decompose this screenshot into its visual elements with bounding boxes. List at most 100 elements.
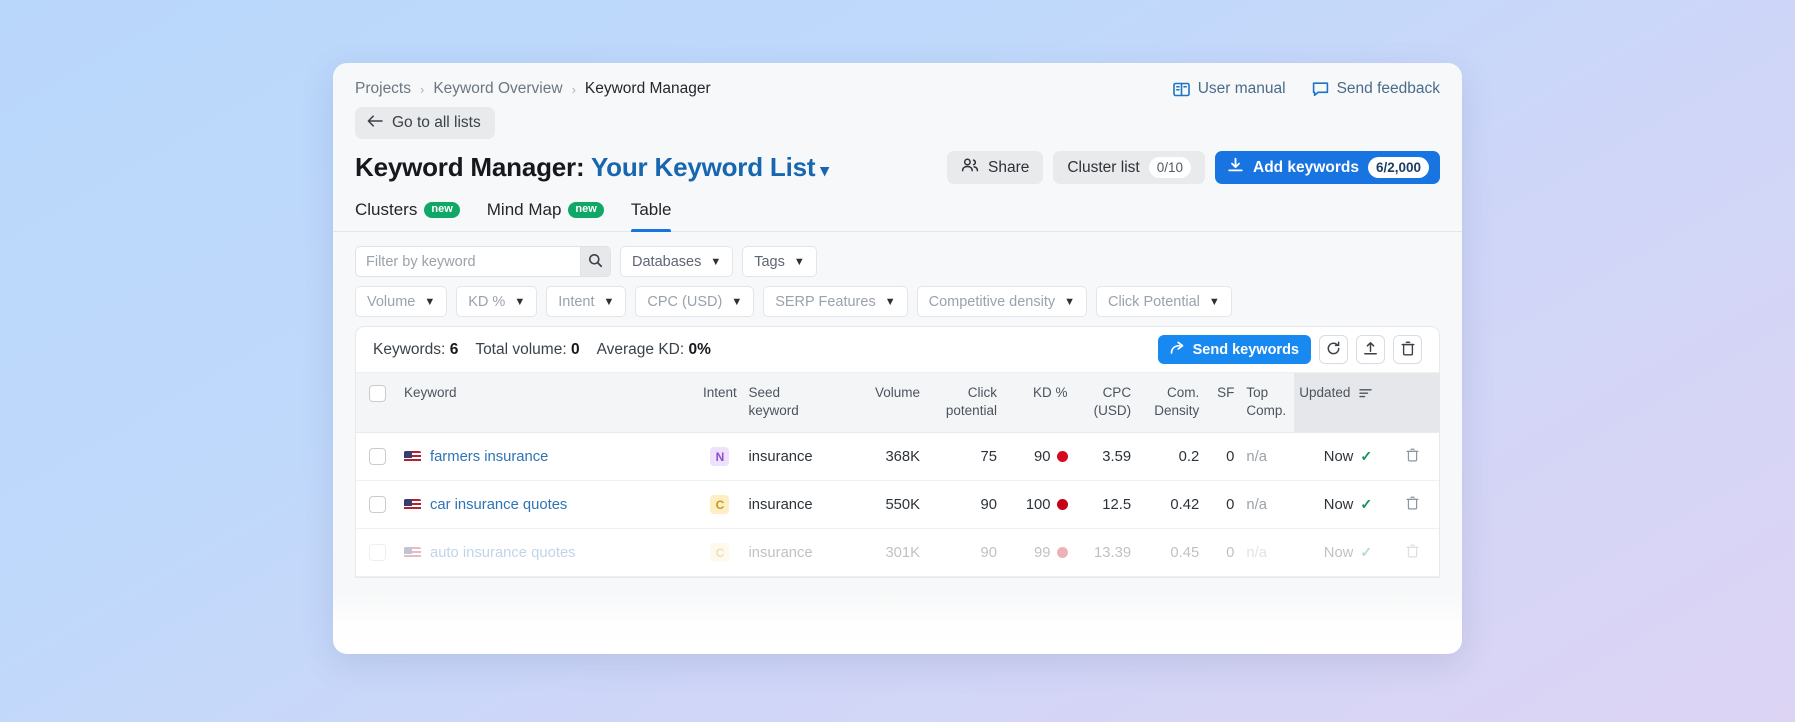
cluster-list-button[interactable]: Cluster list 0/10 bbox=[1053, 151, 1205, 184]
kd-indicator-dot bbox=[1056, 450, 1068, 462]
cell-com-density: 0.45 bbox=[1131, 528, 1200, 578]
kd-indicator-dot bbox=[1056, 546, 1068, 558]
column-header-cpc[interactable]: CPC (USD) bbox=[1069, 373, 1132, 434]
book-icon bbox=[1172, 82, 1190, 97]
filter-kd-label: KD % bbox=[468, 293, 506, 310]
filter-intent-label: Intent bbox=[558, 293, 595, 310]
cell-sf: 0 bbox=[1199, 528, 1235, 578]
add-keywords-button[interactable]: Add keywords 6/2,000 bbox=[1215, 151, 1440, 184]
search-box[interactable] bbox=[355, 246, 611, 277]
column-header-cpc-line1: CPC bbox=[1102, 385, 1132, 400]
keyword-link[interactable]: auto insurance quotes bbox=[430, 545, 576, 561]
stat-total-volume-value: 0 bbox=[570, 340, 580, 358]
stat-average-kd-label: Average KD: bbox=[596, 340, 685, 358]
header-top-row: Projects › Keyword Overview › Keyword Ma… bbox=[333, 63, 1462, 98]
filter-intent[interactable]: Intent ▼ bbox=[546, 286, 627, 317]
filter-bar: Databases ▼ Tags ▼ Volume ▼ KD % ▼ bbox=[333, 232, 1462, 317]
add-keywords-count-badge: 6/2,000 bbox=[1367, 157, 1429, 178]
kd-indicator-dot bbox=[1056, 498, 1068, 510]
tab-mind-map[interactable]: Mind Map new bbox=[487, 200, 604, 231]
table-header: Keyword Intent Seed keyword Volume Click… bbox=[356, 373, 1439, 434]
tab-clusters-label: Clusters bbox=[355, 200, 418, 219]
sort-descending-icon[interactable] bbox=[1359, 386, 1372, 404]
delete-row-button[interactable] bbox=[1406, 448, 1419, 462]
intent-badge[interactable]: C bbox=[710, 543, 730, 563]
filter-tags[interactable]: Tags ▼ bbox=[742, 246, 817, 277]
refresh-button[interactable] bbox=[1319, 335, 1348, 364]
share-button[interactable]: Share bbox=[946, 151, 1044, 184]
filter-volume[interactable]: Volume ▼ bbox=[355, 286, 448, 317]
delete-row-button[interactable] bbox=[1406, 496, 1419, 510]
stats-bar: Keywords: 6 Total volume: 0 Average KD: 0%… bbox=[356, 327, 1439, 373]
go-to-all-lists-button[interactable]: Go to all lists bbox=[355, 107, 495, 139]
column-header-top-comp[interactable]: Top Comp. bbox=[1234, 373, 1294, 434]
column-header-kd[interactable]: KD % bbox=[996, 373, 1070, 434]
cell-top-comp: n/a bbox=[1234, 480, 1294, 530]
keywords-table: Keyword Intent Seed keyword Volume Click… bbox=[356, 373, 1439, 578]
table-row[interactable]: auto insurance quotes C insurance 301K 9… bbox=[356, 528, 1439, 578]
filter-click-potential[interactable]: Click Potential ▼ bbox=[1096, 286, 1232, 317]
column-header-volume[interactable]: Volume bbox=[840, 373, 920, 434]
row-checkbox[interactable] bbox=[369, 544, 387, 562]
select-all-checkbox[interactable] bbox=[369, 384, 387, 402]
column-header-com-density[interactable]: Com. Density bbox=[1131, 373, 1200, 434]
breadcrumb-item-keyword-overview[interactable]: Keyword Overview bbox=[433, 80, 562, 98]
tab-clusters[interactable]: Clusters new bbox=[355, 200, 460, 231]
table-row[interactable]: farmers insurance N insurance 368K 75 90… bbox=[356, 432, 1439, 482]
column-header-intent[interactable]: Intent bbox=[691, 373, 749, 434]
delete-all-button[interactable] bbox=[1393, 335, 1422, 364]
check-icon: ✓ bbox=[1360, 496, 1373, 513]
column-header-seed-keyword[interactable]: Seed keyword bbox=[748, 373, 841, 434]
chevron-down-icon: ▼ bbox=[884, 295, 896, 308]
keyword-link[interactable]: car insurance quotes bbox=[430, 497, 567, 513]
send-keywords-button[interactable]: Send keywords bbox=[1157, 335, 1311, 364]
keyword-manager-card: Projects › Keyword Overview › Keyword Ma… bbox=[333, 63, 1462, 653]
share-arrow-icon bbox=[1170, 341, 1185, 359]
user-manual-link[interactable]: User manual bbox=[1172, 80, 1286, 98]
updated-value: Now bbox=[1323, 496, 1354, 513]
chevron-down-icon: ▼ bbox=[793, 255, 805, 268]
cell-seed-keyword: insurance bbox=[748, 528, 841, 578]
filter-competitive-density[interactable]: Competitive density ▼ bbox=[916, 286, 1088, 317]
row-checkbox[interactable] bbox=[369, 496, 387, 514]
page-title: Keyword Manager: Your Keyword List ▾ bbox=[355, 152, 829, 183]
cell-updated: Now ✓ bbox=[1293, 528, 1387, 578]
table-row[interactable]: car insurance quotes C insurance 550K 90… bbox=[356, 480, 1439, 530]
keyword-link[interactable]: farmers insurance bbox=[430, 449, 548, 465]
cell-updated: Now ✓ bbox=[1293, 480, 1387, 530]
filter-cpc[interactable]: CPC (USD) ▼ bbox=[635, 286, 755, 317]
chevron-down-icon[interactable]: ▾ bbox=[820, 161, 829, 180]
send-feedback-link[interactable]: Send feedback bbox=[1312, 80, 1440, 98]
intent-badge[interactable]: C bbox=[710, 495, 730, 515]
stat-total-volume: Total volume: 0 bbox=[475, 341, 579, 358]
column-header-updated-label: Updated bbox=[1299, 385, 1351, 400]
column-header-keyword[interactable]: Keyword bbox=[399, 373, 692, 434]
chevron-down-icon: ▼ bbox=[603, 295, 615, 308]
delete-row-button[interactable] bbox=[1406, 544, 1419, 558]
export-button[interactable] bbox=[1356, 335, 1385, 364]
back-row: Go to all lists bbox=[333, 98, 1462, 139]
stat-keywords: Keywords: 6 bbox=[373, 341, 458, 358]
filter-databases[interactable]: Databases ▼ bbox=[620, 246, 734, 277]
filter-serp-features[interactable]: SERP Features ▼ bbox=[763, 286, 908, 317]
row-select-cell bbox=[356, 480, 400, 530]
column-header-sf[interactable]: SF bbox=[1199, 373, 1235, 434]
filter-kd[interactable]: KD % ▼ bbox=[456, 286, 538, 317]
intent-badge[interactable]: N bbox=[710, 447, 730, 467]
column-header-updated[interactable]: Updated bbox=[1293, 373, 1387, 434]
stat-average-kd: Average KD: 0% bbox=[597, 341, 711, 358]
tab-clusters-new-badge: new bbox=[424, 202, 460, 218]
cell-cpc: 3.59 bbox=[1069, 432, 1132, 482]
search-button[interactable] bbox=[580, 247, 610, 276]
stats-summary: Keywords: 6 Total volume: 0 Average KD: 0% bbox=[373, 341, 711, 359]
breadcrumb-item-projects[interactable]: Projects bbox=[355, 80, 411, 98]
row-checkbox[interactable] bbox=[369, 448, 387, 466]
chevron-down-icon: ▼ bbox=[731, 295, 743, 308]
row-select-cell bbox=[356, 528, 400, 578]
breadcrumb-item-keyword-manager[interactable]: Keyword Manager bbox=[585, 80, 711, 98]
column-header-click-potential[interactable]: Click potential bbox=[920, 373, 997, 434]
header-links: User manual Send feedback bbox=[1172, 80, 1440, 98]
search-input[interactable] bbox=[356, 247, 580, 276]
tab-table[interactable]: Table bbox=[630, 200, 671, 232]
keyword-list-name[interactable]: Your Keyword List bbox=[591, 152, 816, 182]
